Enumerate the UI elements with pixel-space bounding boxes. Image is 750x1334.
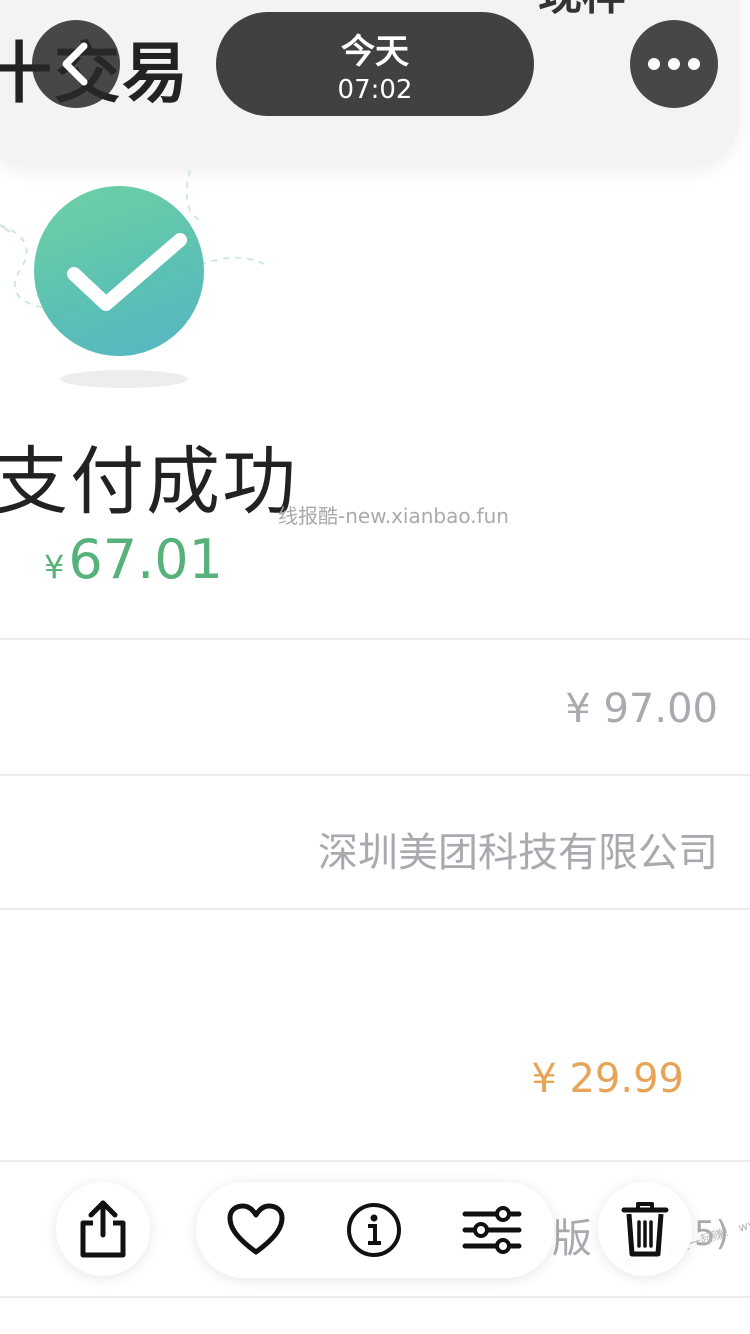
photo-actions-toolbar [196, 1182, 554, 1278]
share-button[interactable] [56, 1182, 150, 1276]
paid-amount-value: 67.01 [68, 528, 223, 591]
adjust-button[interactable] [444, 1182, 540, 1278]
row-divider [0, 638, 750, 640]
date-label: 今天 [341, 32, 409, 72]
row-divider [0, 1296, 750, 1298]
row-divider [0, 908, 750, 910]
time-label: 07:02 [337, 75, 413, 105]
partial-row-text: 版 [552, 1216, 592, 1262]
date-time-pill: 今天 07:02 [216, 12, 534, 116]
info-button[interactable] [326, 1182, 422, 1278]
payment-status-title: 支付成功 [0, 439, 298, 525]
info-icon [347, 1203, 401, 1257]
app-header-right-text: 现样 [538, 0, 626, 22]
check-icon [67, 233, 187, 311]
paid-amount-currency: ¥ [44, 548, 65, 586]
success-check-badge [34, 186, 204, 356]
sliders-icon [462, 1206, 522, 1254]
row-divider [0, 774, 750, 776]
ellipsis-icon [648, 58, 700, 70]
paid-amount: ¥67.01 [44, 528, 223, 591]
back-button[interactable] [32, 20, 120, 108]
trash-icon [621, 1202, 669, 1257]
original-price-value: ¥ 97.00 [565, 686, 718, 732]
share-icon [80, 1200, 126, 1258]
row-divider [0, 1160, 750, 1162]
chevron-left-icon [62, 42, 88, 86]
discount-value: ¥ 29.99 [531, 1056, 684, 1102]
delete-button[interactable] [598, 1182, 692, 1276]
photo-content: 十交易 现样 支付成功 线报酷-new.xianbao.fun ¥67.01 ¥… [0, 0, 750, 1334]
watermark-text: 线报酷-new.xianbao.fun [278, 504, 509, 528]
merchant-name-value: 深圳美团科技有限公司 [318, 830, 718, 876]
more-options-button[interactable] [630, 20, 718, 108]
favorite-button[interactable] [208, 1182, 304, 1278]
badge-shadow [60, 370, 188, 388]
heart-icon [227, 1203, 285, 1255]
